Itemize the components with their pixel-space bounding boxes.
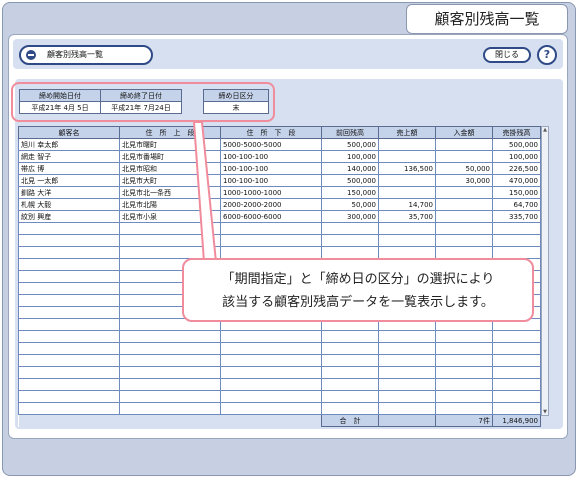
callout-line-2: 該当する顧客別残高データを一覧表示します。 — [222, 295, 494, 310]
callout: 「期間指定」と「締め日の区分」の選択により 該当する顧客別残高データを一覧表示し… — [182, 258, 534, 322]
footer-band — [4, 440, 574, 472]
callout-pointer — [192, 121, 218, 263]
callout-line-1: 「期間指定」と「締め日の区分」の選択により — [221, 272, 495, 287]
